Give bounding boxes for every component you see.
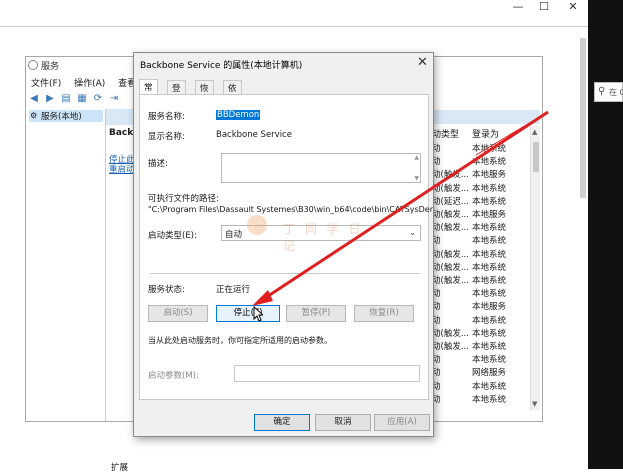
mouse-cursor-icon bbox=[253, 306, 263, 322]
arrow-thin-line bbox=[475, 111, 549, 156]
annotation-arrow bbox=[252, 110, 549, 306]
arrow-head bbox=[252, 290, 273, 306]
arrow-line bbox=[261, 110, 549, 302]
